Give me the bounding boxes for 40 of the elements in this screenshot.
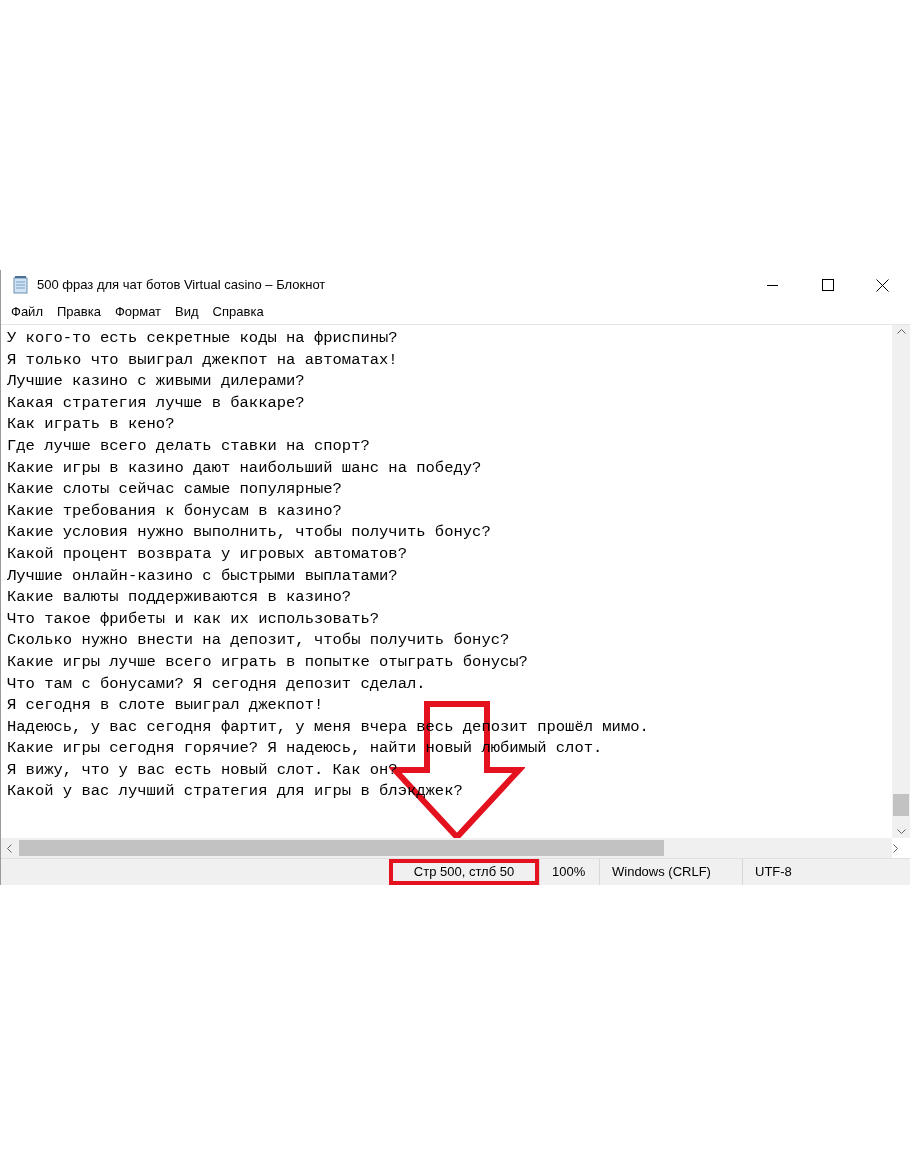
text-line: У кого-то есть секретные коды на фриспины?: [7, 328, 398, 349]
close-icon: [876, 278, 889, 292]
text-line: Лучшие онлайн-казино с быстрыми выплатами?: [7, 565, 398, 587]
vertical-scrollbar[interactable]: [892, 325, 910, 838]
notepad-icon: [13, 276, 29, 294]
status-field: Windows (CRLF): [599, 859, 742, 885]
menu-item[interactable]: Формат: [107, 302, 169, 322]
text-line: Где лучше всего делать ставки на спорт?: [7, 435, 370, 457]
scroll-down-icon: [896, 829, 906, 834]
text-line: Я только что выиграл джекпот на автоматах!: [7, 349, 398, 371]
text-line: Лучшие казино с живыми дилерами?: [7, 371, 305, 393]
status-field: 100%: [539, 859, 599, 885]
text-line: Какие валюты поддерживаются в казино?: [7, 587, 352, 609]
text-line: Какая стратегия лучше в баккаре?: [7, 392, 305, 414]
text-line: Я вижу, что у вас есть новый слот. Как он?: [7, 759, 398, 781]
maximize-icon: [821, 279, 834, 291]
text-line: Какие требования к бонусам в казино?: [7, 500, 342, 522]
scroll-thumb[interactable]: [893, 794, 909, 816]
status-field: UTF-8: [742, 859, 842, 885]
text-line: Сколько нужно внести на депозит, чтобы получить бонус?: [7, 630, 510, 652]
scroll-up-icon: [896, 329, 906, 334]
text-line: Что такое фрибеты и как их использовать?: [7, 608, 380, 630]
scroll-right-icon: [893, 843, 898, 853]
menu-item[interactable]: Справка: [205, 302, 271, 322]
text-line: Я сегодня в слоте выиграл джекпот!: [7, 695, 324, 717]
text-line: Как играть в кено?: [7, 414, 175, 436]
menu-item[interactable]: Вид: [168, 302, 206, 322]
scroll-left-icon: [7, 843, 12, 853]
scroll-thumb[interactable]: [19, 840, 664, 856]
minimize-icon: [767, 284, 778, 286]
text-line: Какие условия нужно выполнить, чтобы получить бонус?: [7, 522, 491, 544]
text-line: Какие слоты сейчас самые популярные?: [7, 479, 342, 501]
text-line: Какие игры лучше всего играть в попытке отыграть бонусы?: [7, 651, 528, 673]
text-line: Какой процент возврата у игровых автоматов?: [7, 543, 407, 565]
menu-item[interactable]: Файл: [4, 302, 50, 322]
menu-item[interactable]: Правка: [49, 302, 108, 322]
text-line: Что там с бонусами? Я сегодня депозит сделал.: [7, 673, 426, 695]
status-field: Стр 500, стлб 50: [389, 859, 539, 885]
text-line: Какие игры в казино дают наибольший шанс на победу?: [7, 457, 482, 479]
window-title: 500 фраз для чат ботов Virtual casino – Блокнот: [37, 276, 326, 295]
